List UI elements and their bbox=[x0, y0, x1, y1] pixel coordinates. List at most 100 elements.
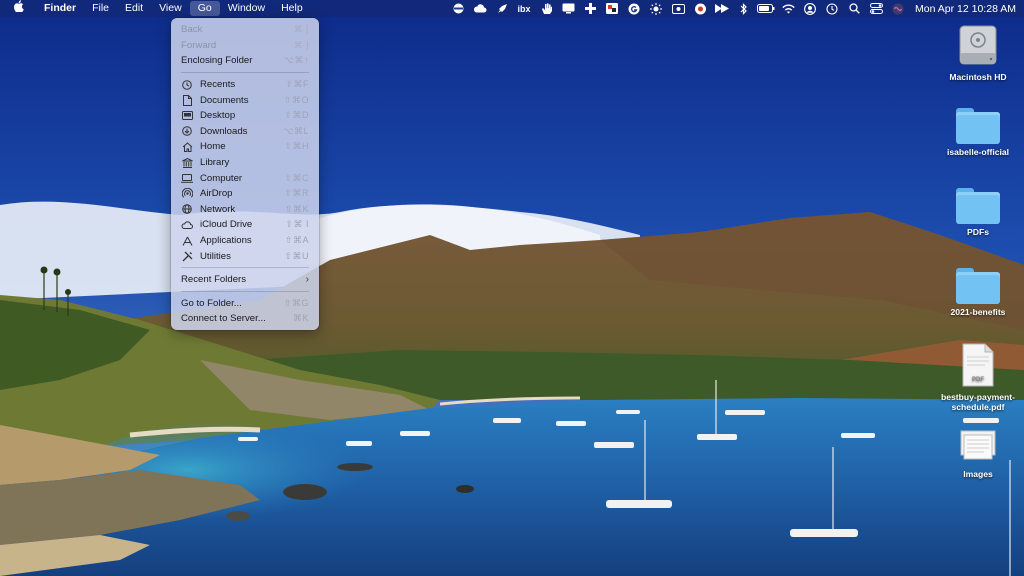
brightness-icon[interactable] bbox=[645, 0, 667, 17]
image-stack-icon bbox=[960, 430, 996, 460]
spotlight-icon[interactable] bbox=[843, 0, 865, 17]
desktop-icon-label: bestbuy-payment-schedule.pdf bbox=[940, 392, 1015, 412]
menu-item-label: Enclosing Folder bbox=[181, 55, 253, 67]
rocket-icon[interactable] bbox=[491, 0, 513, 17]
folder-icon bbox=[956, 268, 1000, 304]
user-icon[interactable] bbox=[799, 0, 821, 17]
desktop-wallpaper bbox=[0, 0, 1024, 576]
clock-icon bbox=[181, 79, 193, 91]
menu-item-label: Recent Folders bbox=[181, 274, 247, 286]
menu-separator bbox=[181, 291, 309, 292]
menu-item-label: Documents bbox=[200, 94, 249, 106]
forward-icon[interactable] bbox=[711, 0, 733, 17]
menu-item-recents[interactable]: Recents ⇧⌘F bbox=[171, 77, 319, 93]
airdrop-icon bbox=[181, 188, 193, 200]
desktop-icon-label: Images bbox=[963, 469, 993, 479]
menu-item-downloads[interactable]: Downloads ⌥⌘L bbox=[171, 124, 319, 140]
desktop-icon-isabelle-official[interactable]: isabelle-official bbox=[938, 108, 1018, 157]
edit-menu[interactable]: Edit bbox=[117, 0, 151, 17]
bluetooth-icon[interactable] bbox=[733, 0, 755, 17]
document-icon bbox=[181, 94, 193, 106]
window-menu[interactable]: Window bbox=[220, 0, 273, 17]
menu-item-home[interactable]: Home ⇧⌘H bbox=[171, 139, 319, 155]
battery-icon[interactable] bbox=[755, 0, 777, 17]
cloud-icon bbox=[181, 219, 193, 231]
monitor-icon[interactable] bbox=[557, 0, 579, 17]
menu-item-network[interactable]: Network ⇧⌘K bbox=[171, 202, 319, 218]
applications-icon bbox=[181, 235, 193, 247]
desktop-icon-label: 2021-benefits bbox=[950, 307, 1006, 317]
shortcut-label: ⌥⌘L bbox=[283, 125, 309, 136]
menu-bar: Finder File Edit View Go Window Help ibx… bbox=[0, 0, 1024, 17]
desktop-icon bbox=[181, 110, 193, 122]
menu-item-documents[interactable]: Documents ⇧⌘O bbox=[171, 92, 319, 108]
desktop-icon-bestbuy-pdf[interactable]: PDF bestbuy-payment-schedule.pdf bbox=[938, 343, 1018, 412]
desktop-icon-label: isabelle-official bbox=[946, 147, 1010, 157]
time-machine-icon[interactable] bbox=[821, 0, 843, 17]
wifi-icon[interactable] bbox=[777, 0, 799, 17]
grammarly-icon[interactable] bbox=[623, 0, 645, 17]
menu-item-back[interactable]: Back ⌘ [ bbox=[171, 22, 319, 38]
menu-item-computer[interactable]: Computer ⇧⌘C bbox=[171, 170, 319, 186]
laptop-icon bbox=[181, 172, 193, 184]
hard-drive-icon bbox=[959, 25, 997, 65]
menu-item-applications[interactable]: Applications ⇧⌘A bbox=[171, 233, 319, 249]
shortcut-label: ⇧⌘K bbox=[284, 203, 309, 214]
display-icon[interactable] bbox=[447, 0, 469, 17]
cloud-icon[interactable] bbox=[469, 0, 491, 17]
compass-icon[interactable] bbox=[689, 0, 711, 17]
menu-item-utilities[interactable]: Utilities ⇧⌘U bbox=[171, 248, 319, 264]
help-menu[interactable]: Help bbox=[273, 0, 311, 17]
desktop-icon-images[interactable]: Images bbox=[938, 428, 1018, 479]
menu-item-airdrop[interactable]: AirDrop ⇧⌘R bbox=[171, 186, 319, 202]
menu-item-forward[interactable]: Forward ⌘ ] bbox=[171, 38, 319, 54]
desktop-icon-label: PDFs bbox=[967, 227, 989, 237]
menu-item-label: Forward bbox=[181, 39, 217, 51]
shortcut-label: ⇧⌘C bbox=[284, 172, 309, 183]
menu-item-desktop[interactable]: Desktop ⇧⌘D bbox=[171, 108, 319, 124]
pdf-document-icon: PDF bbox=[962, 343, 994, 387]
download-icon bbox=[181, 125, 193, 137]
menu-item-connect-to-server[interactable]: Connect to Server... ⌘K bbox=[171, 311, 319, 327]
shortcut-label: ⇧⌘G bbox=[283, 297, 309, 308]
desktop-icon-2021-benefits[interactable]: 2021-benefits bbox=[938, 268, 1018, 317]
menu-item-icloud-drive[interactable]: iCloud Drive ⇧⌘ I bbox=[171, 217, 319, 233]
folder-icon bbox=[956, 108, 1000, 144]
shortcut-label: ⇧⌘D bbox=[284, 110, 309, 121]
shortcut-label: ⇧⌘R bbox=[284, 188, 309, 199]
screen-icon[interactable] bbox=[667, 0, 689, 17]
shortcut-label: ⌘ [ bbox=[293, 24, 309, 35]
shortcut-label: ⇧⌘ I bbox=[285, 219, 309, 230]
library-icon bbox=[181, 157, 193, 169]
plus-icon[interactable] bbox=[579, 0, 601, 17]
shortcut-label: ⇧⌘F bbox=[285, 79, 309, 90]
home-icon bbox=[181, 141, 193, 153]
desktop-icon-macintosh-hd[interactable]: Macintosh HD bbox=[938, 23, 1018, 82]
media-icon[interactable] bbox=[601, 0, 623, 17]
ibx-text-icon[interactable]: ibx bbox=[513, 0, 535, 17]
menu-item-enclosing-folder[interactable]: Enclosing Folder ⌥⌘↑ bbox=[171, 53, 319, 69]
siri-icon[interactable] bbox=[887, 0, 909, 17]
menu-item-label: Home bbox=[200, 141, 226, 153]
globe-icon bbox=[181, 203, 193, 215]
menu-item-label: Go to Folder... bbox=[181, 297, 242, 309]
go-menu[interactable]: Go bbox=[189, 1, 220, 16]
menu-item-recent-folders[interactable]: Recent Folders › bbox=[171, 272, 319, 288]
menu-item-library[interactable]: Library bbox=[171, 155, 319, 171]
apple-menu-icon[interactable] bbox=[0, 0, 36, 17]
menubar-clock[interactable]: Mon Apr 12 10:28 AM bbox=[909, 3, 1016, 15]
finder-app-menu[interactable]: Finder bbox=[36, 0, 84, 17]
folder-icon bbox=[956, 188, 1000, 224]
shortcut-label: ⌘K bbox=[292, 313, 309, 324]
hand-icon[interactable] bbox=[535, 0, 557, 17]
menu-item-go-to-folder[interactable]: Go to Folder... ⇧⌘G bbox=[171, 296, 319, 312]
menu-item-label: AirDrop bbox=[200, 188, 233, 200]
menu-item-label: Computer bbox=[200, 172, 243, 184]
utilities-icon bbox=[181, 250, 193, 262]
shortcut-label: ⌥⌘↑ bbox=[283, 55, 309, 66]
control-center-icon[interactable] bbox=[865, 0, 887, 17]
file-menu[interactable]: File bbox=[84, 0, 117, 17]
view-menu[interactable]: View bbox=[151, 0, 190, 17]
desktop-icon-pdfs[interactable]: PDFs bbox=[938, 188, 1018, 237]
menu-item-label: Downloads bbox=[200, 125, 248, 137]
